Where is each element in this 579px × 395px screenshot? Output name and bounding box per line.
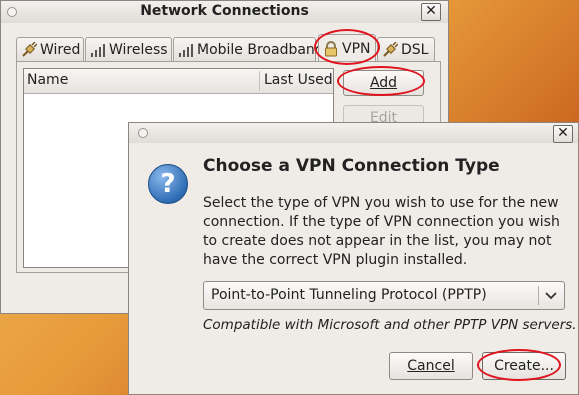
mobile-bars-icon [178, 42, 194, 58]
column-header-name[interactable]: Name [27, 72, 68, 88]
create-button-label: Create... [494, 358, 554, 374]
tab-mobile-broadband[interactable]: Mobile Broadband [173, 37, 324, 61]
dsl-plug-icon [382, 40, 399, 58]
tab-mobile-broadband-label: Mobile Broadband [197, 41, 324, 58]
add-button-label: Add [369, 75, 398, 91]
tab-wired-label: Wired [40, 41, 81, 58]
tab-wired[interactable]: Wired [16, 37, 84, 61]
cancel-button[interactable]: Cancel [389, 352, 473, 380]
vpn-type-selected: Point-to-Point Tunneling Protocol (PPTP) [211, 287, 487, 303]
tab-vpn[interactable]: VPN [318, 34, 376, 62]
tab-dsl[interactable]: DSL [377, 37, 435, 61]
dialog-heading: Choose a VPN Connection Type [203, 156, 500, 176]
vpn-type-dialog: ✕ ? Choose a VPN Connection Type Select … [128, 122, 579, 395]
window-title: Network Connections [140, 3, 309, 19]
chevron-down-icon [544, 290, 558, 306]
lock-icon [323, 40, 339, 57]
dialog-description: Select the type of VPN you wish to use f… [203, 195, 560, 268]
dialog-close-button[interactable]: ✕ [553, 125, 573, 143]
window-close-button[interactable]: ✕ [421, 3, 441, 21]
select-divider [538, 286, 539, 305]
cancel-button-label: Cancel [407, 358, 455, 374]
list-header: Name Last Used [24, 69, 333, 94]
tab-wireless[interactable]: Wireless [85, 37, 172, 61]
column-divider [259, 71, 260, 91]
add-button[interactable]: Add [343, 70, 424, 96]
vpn-type-hint: Compatible with Microsoft and other PPTP… [203, 317, 577, 333]
create-button[interactable]: Create... [482, 352, 566, 380]
vpn-type-select[interactable]: Point-to-Point Tunneling Protocol (PPTP) [203, 281, 565, 310]
tab-dsl-label: DSL [401, 41, 429, 58]
question-icon: ? [148, 164, 188, 204]
column-header-last-used[interactable]: Last Used [264, 72, 333, 88]
wireless-bars-icon [90, 42, 106, 58]
dialog-menu-dot[interactable] [138, 128, 148, 138]
wired-plug-icon [21, 40, 38, 58]
tab-wireless-label: Wireless [109, 41, 168, 58]
dialog-titlebar[interactable]: ✕ [129, 123, 578, 143]
window-titlebar[interactable]: Network Connections ✕ [1, 1, 448, 23]
tab-vpn-label: VPN [342, 40, 371, 57]
